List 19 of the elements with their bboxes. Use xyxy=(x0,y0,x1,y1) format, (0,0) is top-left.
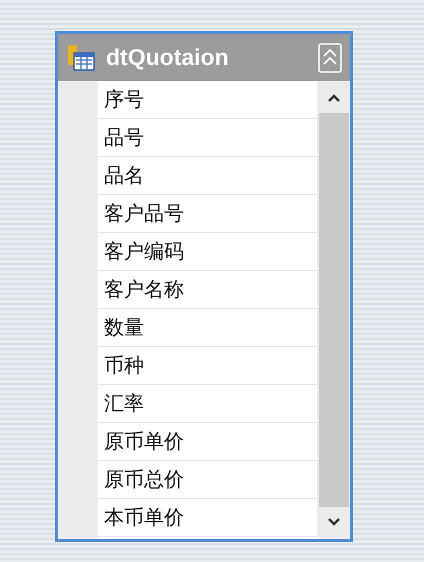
column-name[interactable]: 本币单价 xyxy=(104,502,184,532)
scroll-down-icon[interactable] xyxy=(326,517,340,527)
scroll-thumb[interactable] xyxy=(318,113,348,507)
table-title: dtQuotaion xyxy=(106,43,230,72)
scroll-up-icon[interactable] xyxy=(326,93,340,103)
column-name[interactable]: 客户名称 xyxy=(104,274,184,304)
column-name[interactable]: 币种 xyxy=(104,350,144,380)
column-name[interactable]: 品号 xyxy=(104,122,144,152)
table-box[interactable]: dtQuotaion 序号 品号 品名 客户品号 客户编码 客户名称 数量 币种 汇率 原币单价 原币总价 本币单价 xyxy=(55,31,353,542)
table-icon xyxy=(66,42,96,72)
column-name[interactable]: 原币总价 xyxy=(104,464,184,494)
column-name[interactable]: 原币单价 xyxy=(104,426,184,456)
column-name[interactable]: 品名 xyxy=(104,160,144,190)
collapse-icon[interactable] xyxy=(318,42,342,72)
column-name[interactable]: 序号 xyxy=(104,84,144,114)
column-name[interactable]: 客户编码 xyxy=(104,236,184,266)
column-name[interactable]: 汇率 xyxy=(104,388,144,418)
column-name[interactable]: 数量 xyxy=(104,312,144,342)
column-name[interactable]: 客户品号 xyxy=(104,198,184,228)
